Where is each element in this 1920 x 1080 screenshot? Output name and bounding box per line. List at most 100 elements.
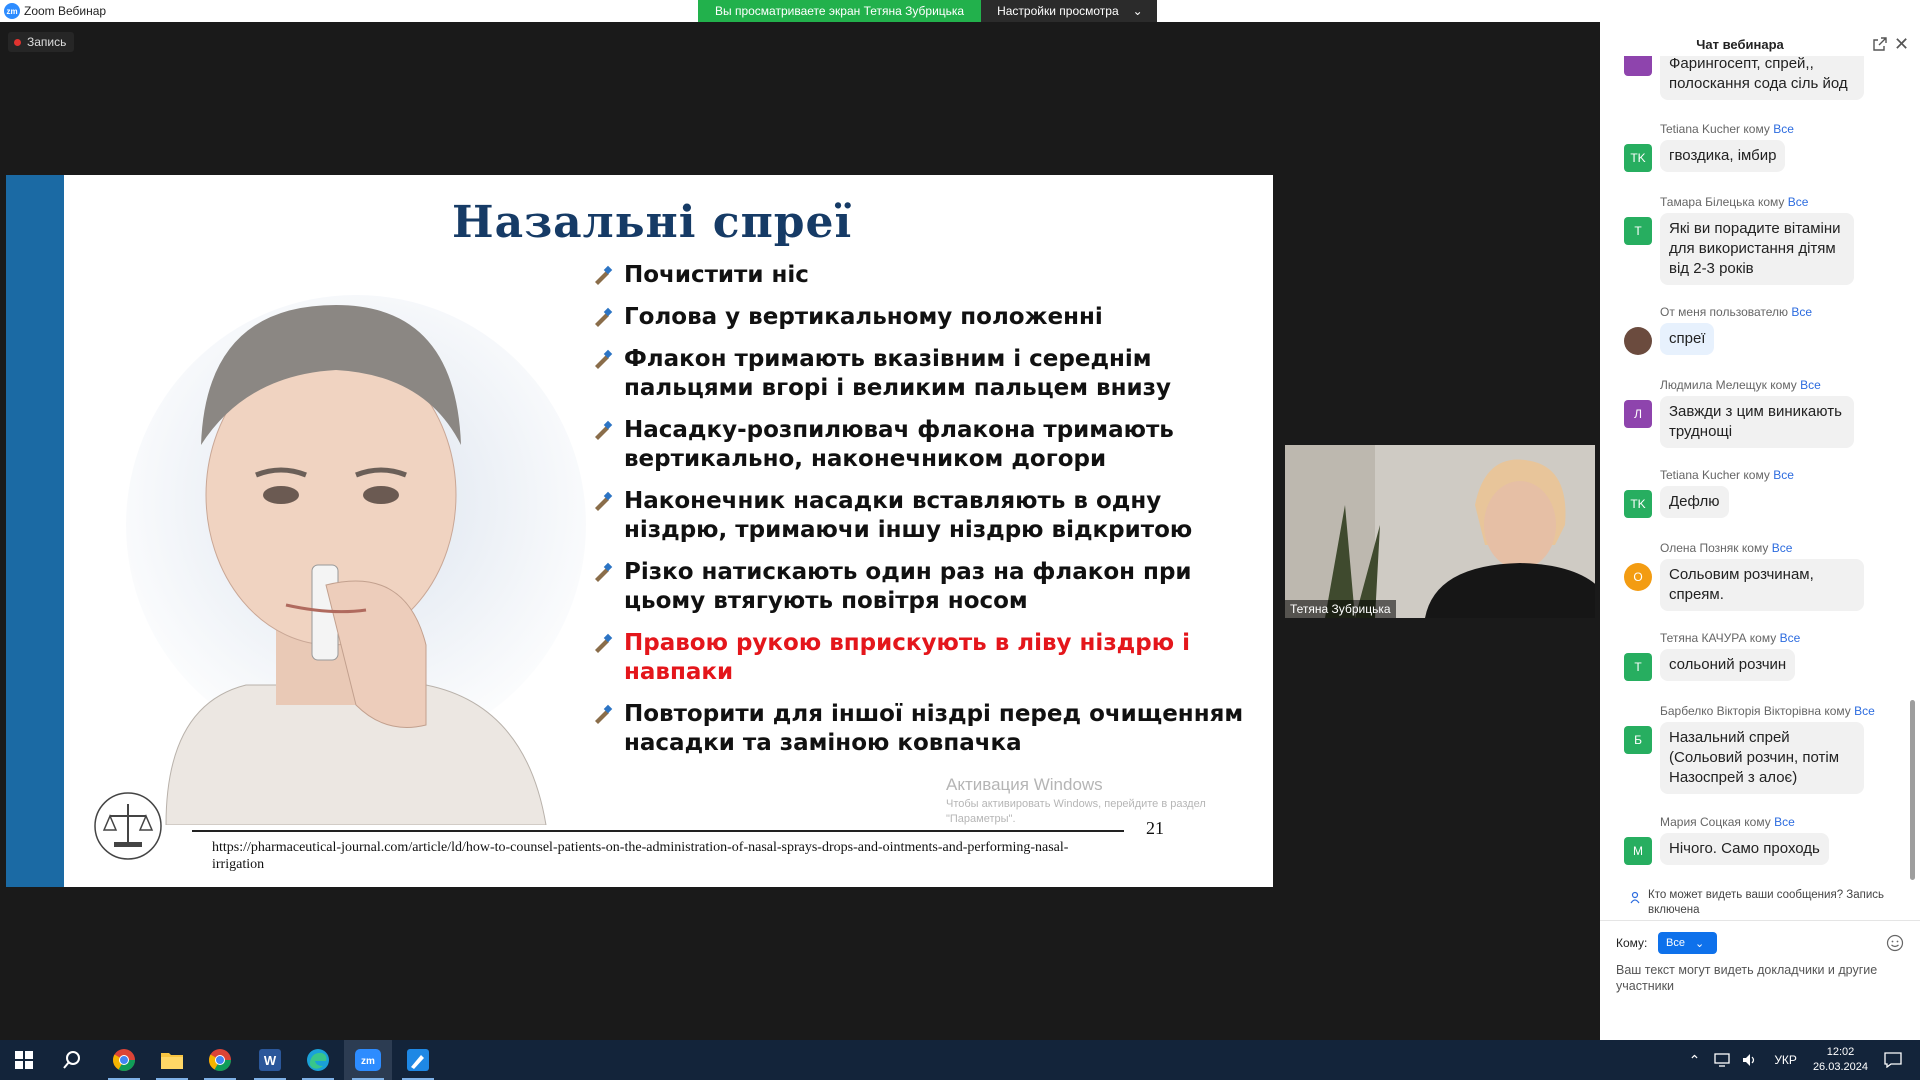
people-info-icon	[1630, 891, 1640, 904]
input-language[interactable]: УКР	[1774, 1053, 1797, 1067]
chevron-down-icon: ⌄	[1694, 937, 1705, 950]
message-text: сольоний розчин	[1660, 649, 1796, 681]
svg-text:zm: zm	[361, 1056, 375, 1067]
message-meta: Олена Позняк кому Все	[1660, 541, 1793, 555]
bullet-item: Флакон тримають вказівним і середнім пал…	[590, 345, 1260, 403]
message-text: спреї	[1660, 323, 1715, 355]
chrome-icon	[113, 1049, 135, 1071]
bullet-item: Насадку-розпилювач флакона тримають верт…	[590, 416, 1260, 474]
volume-icon[interactable]	[1742, 1053, 1758, 1067]
bullet-item-highlight: Правою рукою вприскують в ліву ніздрю і …	[590, 629, 1260, 687]
recipient-label: Кому:	[1616, 936, 1648, 950]
self-avatar	[1624, 327, 1652, 355]
presenter-video-frame	[1285, 445, 1595, 618]
close-chat-button[interactable]: ✕	[1894, 34, 1909, 55]
clock-time: 12:02	[1826, 1046, 1855, 1058]
message-text: Нічого. Само проходь	[1660, 833, 1829, 865]
avatar: M	[1624, 837, 1652, 865]
bullet-item: Наконечник насадки вставляють в одну ніз…	[590, 487, 1260, 545]
message-text: Сольовим розчинам, спреям.	[1660, 559, 1864, 611]
word-button[interactable]: W	[246, 1040, 294, 1080]
message-text: Які ви порадите вітаміни для використанн…	[1660, 213, 1854, 285]
message-meta: Tetiana Kucher кому Все	[1660, 468, 1794, 482]
bullet-text: Наконечник насадки вставляють в одну ніз…	[624, 488, 1193, 543]
bullet-text: Насадку-розпилювач флакона тримають верт…	[624, 417, 1174, 472]
source-link: https://pharmaceutical-journal.com/artic…	[212, 840, 1069, 872]
popout-icon[interactable]	[1872, 36, 1888, 52]
avatar: Л	[1624, 400, 1652, 428]
windows-logo-icon	[15, 1051, 33, 1069]
message-meta: От меня пользователю Все	[1660, 305, 1813, 319]
avatar: Б	[1624, 726, 1652, 754]
spray-bullet-icon	[595, 420, 613, 440]
scales-emblem-icon	[94, 792, 162, 860]
message-meta: Тамара Білецька кому Все	[1660, 195, 1809, 209]
spray-bullet-icon	[595, 307, 613, 327]
message-input[interactable]: Ваш текст могут видеть докладчики и друг…	[1616, 962, 1906, 994]
chevron-down-icon: ⌄	[1132, 4, 1143, 18]
share-status: Вы просматриваете экран Тетяна Зубрицька	[698, 0, 982, 22]
chrome-taskbar-button[interactable]	[100, 1040, 148, 1080]
bullet-text: Почистити ніс	[624, 262, 809, 288]
message-text: Завжди з цим виникають труднощі	[1660, 396, 1854, 448]
avatar: TK	[1624, 144, 1652, 172]
network-icon[interactable]	[1714, 1053, 1730, 1067]
paint-button[interactable]	[394, 1040, 442, 1080]
share-banner: Вы просматриваете экран Тетяна Зубрицька…	[698, 0, 1157, 22]
avatar: TK	[1624, 490, 1652, 518]
zoom-logo-icon: zm	[4, 3, 20, 19]
avatar	[1624, 56, 1652, 76]
message-text: Фарингосепт, спрей,, полоскання сода сіл…	[1660, 56, 1864, 100]
chat-title: Чат вебинара	[1696, 37, 1784, 52]
zoom-taskbar-button[interactable]: zm	[344, 1040, 392, 1080]
bullet-item: Голова у вертикальному положенні	[590, 303, 1260, 332]
clock[interactable]: 12:02 26.03.2024	[1813, 1045, 1868, 1075]
view-settings-button[interactable]: Настройки просмотра ⌄	[981, 0, 1157, 22]
message-text: Назальний спрей (Сольовий розчин, потім …	[1660, 722, 1864, 794]
recipient-value: Все	[1666, 937, 1685, 949]
message-meta: Барбелко Вікторія Вікторівна кому Все	[1660, 704, 1875, 718]
zoom-icon: zm	[355, 1049, 381, 1071]
bullet-item: Різко натискають один раз на флакон при …	[590, 558, 1260, 616]
edge-icon	[307, 1049, 329, 1071]
recipient-select[interactable]: Все ⌄	[1658, 932, 1717, 954]
edge-button[interactable]	[294, 1040, 342, 1080]
bullet-item: Повторити для іншої ніздрі перед очищенн…	[590, 700, 1260, 758]
chrome-icon	[209, 1049, 231, 1071]
footer-divider	[192, 830, 1124, 832]
avatar: T	[1624, 217, 1652, 245]
chat-scrollbar[interactable]	[1910, 700, 1915, 880]
chevron-up-icon[interactable]: ⌃	[1689, 1052, 1701, 1069]
message-text: гвоздика, імбир	[1660, 140, 1786, 172]
bullet-text: Різко натискають один раз на флакон при …	[624, 559, 1192, 614]
chat-message-list[interactable]: Фарингосепт, спрей,, полоскання сода сіл…	[1600, 56, 1910, 886]
word-icon: W	[259, 1049, 281, 1071]
window-title: Zoom Вебинар	[24, 4, 107, 18]
chrome-profile-button[interactable]	[196, 1040, 244, 1080]
bullet-text: Флакон тримають вказівним і середнім пал…	[624, 346, 1171, 401]
message-meta: Мария Соцкая кому Все	[1660, 815, 1795, 829]
spray-bullet-icon	[595, 562, 613, 582]
spray-bullet-icon	[595, 491, 613, 511]
notifications-icon[interactable]	[1884, 1052, 1902, 1068]
avatar: T	[1624, 653, 1652, 681]
recording-label: Запись	[27, 35, 67, 49]
privacy-note-text: Кто может видеть ваши сообщения? Запись …	[1648, 889, 1885, 916]
privacy-notice[interactable]: Кто может видеть ваши сообщения? Запись …	[1630, 888, 1910, 918]
search-button[interactable]	[48, 1040, 96, 1080]
spray-bullet-icon	[595, 633, 613, 653]
file-explorer-button[interactable]	[148, 1040, 196, 1080]
paint-icon	[407, 1049, 429, 1071]
nasal-spray-illustration	[126, 295, 586, 825]
spray-bullet-icon	[595, 704, 613, 724]
windows-start-button[interactable]	[0, 1040, 48, 1080]
participant-name: Тетяна Зубрицька	[1285, 600, 1396, 618]
emoji-icon[interactable]	[1886, 934, 1904, 952]
bullet-text: Правою рукою вприскують в ліву ніздрю і …	[624, 630, 1190, 685]
bullet-text: Повторити для іншої ніздрі перед очищенн…	[624, 701, 1244, 756]
presenter-video[interactable]: Тетяна Зубрицька	[1285, 445, 1595, 618]
divider	[1600, 920, 1920, 921]
record-dot-icon	[14, 38, 21, 46]
recording-indicator[interactable]: Запись	[8, 32, 75, 52]
avatar: O	[1624, 563, 1652, 591]
